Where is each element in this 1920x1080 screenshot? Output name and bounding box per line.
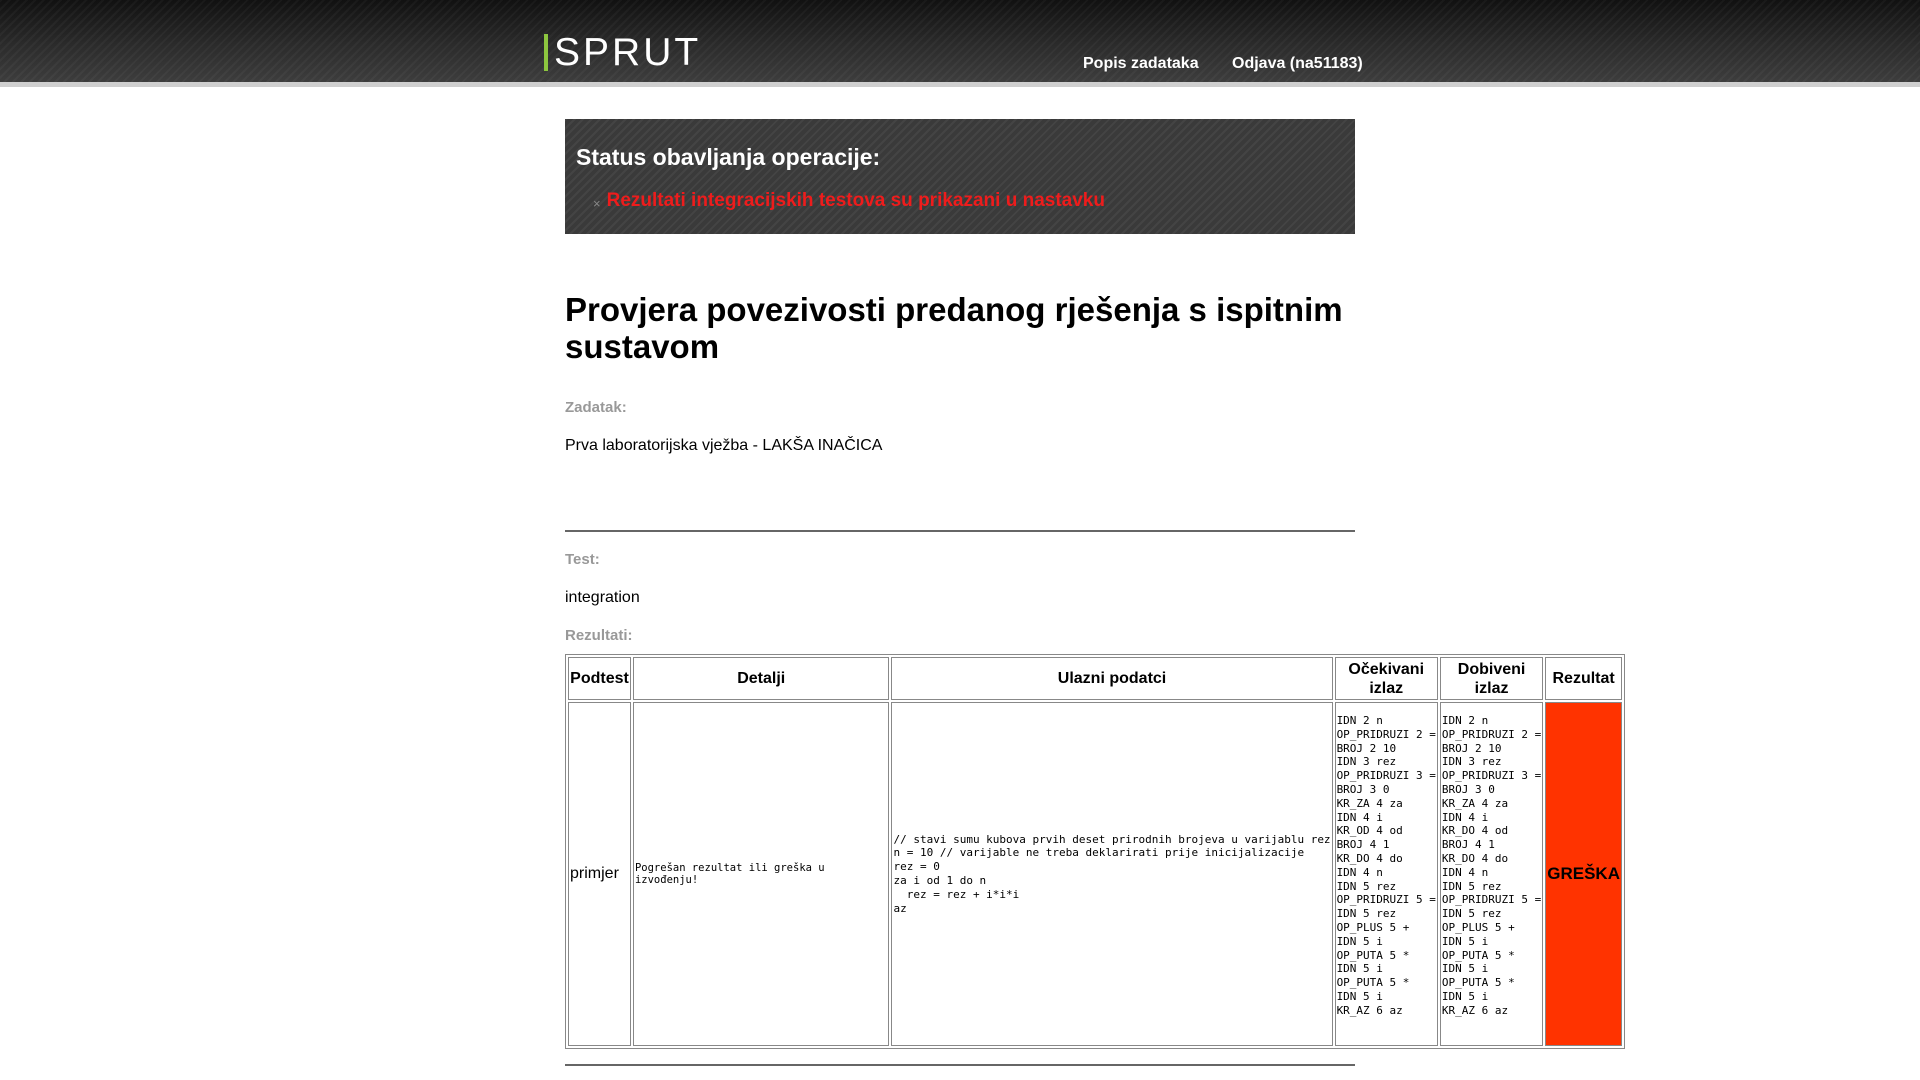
- top-navigation-bar: SPRUT Popis zadataka Odjava (na51183): [0, 0, 1920, 87]
- expected-line: OP_PRIDRUZI 5 =: [1336, 893, 1436, 907]
- table-header-row: Podtest Detalji Ulazni podatci Očekivani…: [568, 657, 1622, 700]
- task-value: Prva laboratorijska vježba - LAKŠA INAČI…: [565, 437, 883, 454]
- actual-line: OP_PRIDRUZI 3 =: [1441, 769, 1542, 783]
- expected-line: BROJ 4 1: [1336, 838, 1390, 852]
- actual-line: IDN 5 i: [1441, 934, 1489, 948]
- cell-input: // stavi sumu kubova prvih deset prirodn…: [891, 702, 1333, 1046]
- actual-line: KR_DO 4 do: [1441, 851, 1509, 865]
- bullet-x-icon: ×: [593, 195, 601, 211]
- status-panel: Status obavljanja operacije: × Rezultati…: [565, 119, 1355, 234]
- nav-task-list-link[interactable]: Popis zadataka: [1083, 55, 1199, 73]
- expected-line: IDN 4 n: [1336, 865, 1383, 879]
- column-header-details: Detalji: [632, 657, 890, 700]
- expected-line: IDN 5 i: [1336, 962, 1383, 976]
- actual-line: IDN 5 i: [1441, 989, 1489, 1003]
- cell-expected-output: IDN 2 n OP_PRIDRUZI 2 = BROJ 2 10 IDN 3 …: [1334, 702, 1438, 1046]
- expected-line: IDN 5 i: [1336, 989, 1383, 1003]
- cell-result-status: GREŠKA: [1545, 702, 1622, 1046]
- expected-line: OP_PUTA 5 *: [1336, 948, 1410, 962]
- expected-line: KR_DO 4 do: [1336, 851, 1403, 865]
- actual-line: BROJ 3 0: [1441, 782, 1495, 796]
- logo-accent-bar: [544, 34, 548, 71]
- sprut-logo[interactable]: SPRUT: [544, 31, 702, 74]
- actual-line: IDN 4 i: [1441, 810, 1489, 824]
- actual-line: BROJ 2 10: [1441, 741, 1502, 755]
- actual-line: IDN 4 n: [1441, 865, 1489, 879]
- nav-logout-link[interactable]: Odjava (na51183): [1232, 55, 1363, 73]
- divider: [565, 530, 1355, 532]
- status-title: Status obavljanja operacije:: [576, 144, 881, 170]
- actual-line: OP_PUTA 5 *: [1441, 948, 1515, 962]
- status-message-item: × Rezultati integracijskih testova su pr…: [593, 190, 1105, 212]
- expected-line: OP_PLUS 5 +: [1336, 920, 1410, 934]
- test-label: Test:: [565, 551, 600, 568]
- column-header-result: Rezultat: [1545, 657, 1622, 700]
- actual-line: OP_PLUS 5 +: [1441, 920, 1515, 934]
- actual-line: IDN 5 i: [1441, 962, 1489, 976]
- column-header-actual: Dobiveni izlaz: [1439, 657, 1544, 700]
- expected-line: OP_PRIDRUZI 3 =: [1336, 769, 1436, 783]
- task-label: Zadatak:: [565, 399, 627, 416]
- expected-line: KR_ZA 4 za: [1336, 796, 1403, 810]
- expected-line: OP_PUTA 5 *: [1336, 976, 1410, 990]
- page-title: Provjera povezivosti predanog rješenja s…: [565, 291, 1343, 365]
- expected-line: IDN 4 i: [1336, 810, 1383, 824]
- actual-line: IDN 5 rez: [1441, 879, 1502, 893]
- expected-line: KR_OD 4 od: [1336, 824, 1403, 838]
- expected-line: IDN 5 rez: [1336, 879, 1397, 893]
- actual-line: BROJ 4 1: [1441, 838, 1495, 852]
- column-header-expected: Očekivani izlaz: [1334, 657, 1438, 700]
- test-value: integration: [565, 589, 640, 606]
- logo-text: SPRUT: [554, 31, 702, 74]
- status-message: Rezultati integracijskih testova su prik…: [606, 190, 1105, 211]
- actual-line: IDN 2 n: [1441, 714, 1489, 727]
- column-header-subtest: Podtest: [568, 657, 631, 700]
- actual-line: OP_PUTA 5 *: [1441, 976, 1515, 990]
- results-label: Rezultati:: [565, 627, 633, 644]
- results-table: Podtest Detalji Ulazni podatci Očekivani…: [565, 654, 1625, 1049]
- expected-line: KR_AZ 6 az: [1336, 1003, 1403, 1017]
- expected-line: IDN 5 i: [1336, 934, 1383, 948]
- divider-bottom: [565, 1064, 1355, 1066]
- cell-details: Pogrešan rezultat ili greška u izvođenju…: [632, 702, 890, 1046]
- expected-line: BROJ 2 10: [1336, 741, 1397, 755]
- cell-actual-output: IDN 2 n OP_PRIDRUZI 2 = BROJ 2 10 IDN 3 …: [1439, 702, 1544, 1046]
- expected-line: BROJ 3 0: [1336, 782, 1390, 796]
- actual-line: IDN 3 rez: [1441, 755, 1502, 769]
- expected-line: IDN 2 n: [1336, 714, 1383, 727]
- actual-line: KR_AZ 6 az: [1441, 1003, 1509, 1017]
- cell-subtest: primjer: [568, 702, 631, 1046]
- table-row: primjer Pogrešan rezultat ili greška u i…: [568, 702, 1622, 1046]
- actual-line: IDN 5 rez: [1441, 907, 1502, 921]
- actual-line: OP_PRIDRUZI 5 =: [1441, 893, 1542, 907]
- expected-line: IDN 5 rez: [1336, 907, 1397, 921]
- column-header-input: Ulazni podatci: [891, 657, 1333, 700]
- expected-line: IDN 3 rez: [1336, 755, 1397, 769]
- actual-line: KR_ZA 4 za: [1441, 796, 1509, 810]
- actual-line: OP_PRIDRUZI 2 =: [1441, 727, 1542, 741]
- actual-line: KR_DO 4 od: [1441, 824, 1509, 838]
- expected-line: OP_PRIDRUZI 2 =: [1336, 727, 1436, 741]
